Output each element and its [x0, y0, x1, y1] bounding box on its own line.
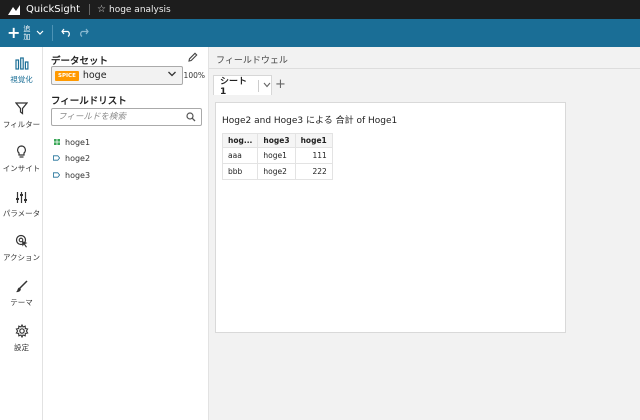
chevron-down-icon — [167, 69, 177, 82]
star-icon[interactable]: ☆ — [97, 4, 106, 15]
rail-label-filter: フィルター — [2, 120, 41, 129]
toolbar: + 追加 — [0, 19, 640, 47]
column-header[interactable]: hog... — [221, 133, 259, 148]
rail-item-visualize[interactable]: 視覚化 — [0, 55, 43, 95]
dataset-name: hoge — [82, 70, 107, 81]
pivot-table: hog... hoge3 hoge1 aaa hoge1 111 bbb hog… — [221, 133, 333, 180]
rail-item-actions[interactable]: アクション — [0, 233, 43, 273]
column-header[interactable]: hoge1 — [294, 133, 333, 148]
table-cell[interactable]: hoge1 — [257, 147, 296, 164]
app-name[interactable]: QuickSight — [26, 4, 80, 15]
field-list-title: フィールドリスト — [51, 96, 127, 107]
plus-icon: + — [7, 23, 21, 42]
rail-label-visualize: 視覚化 — [10, 75, 33, 84]
add-sheet-icon[interactable]: + — [275, 77, 286, 92]
field-name: hoge1 — [65, 137, 91, 147]
rail-item-insights[interactable]: インサイト — [0, 144, 43, 184]
field-item-hoge2[interactable]: hoge2 — [53, 152, 90, 164]
field-wells-label: フィールドウェル — [216, 56, 288, 66]
column-header[interactable]: hoge3 — [257, 133, 296, 148]
visual-title: Hoge2 and Hoge3 による 合計 of Hoge1 — [222, 116, 398, 126]
sliders-icon — [14, 189, 30, 205]
table-cell[interactable]: bbb — [221, 163, 259, 180]
add-label: 追加 — [23, 25, 31, 41]
table-row: bbb hoge2 222 — [221, 163, 333, 180]
pointer-icon — [14, 233, 30, 249]
rail-item-filter[interactable]: フィルター — [0, 100, 43, 140]
rail-label-themes: テーマ — [10, 298, 33, 307]
table-row: aaa hoge1 111 — [221, 147, 333, 164]
measure-icon — [53, 139, 60, 146]
dataset-import-percent: 100% — [183, 71, 205, 80]
brush-icon — [14, 278, 30, 294]
dataset-title: データセット — [51, 56, 109, 67]
rail-item-parameters[interactable]: パラメータ — [0, 189, 43, 229]
search-icon[interactable] — [186, 112, 196, 122]
left-rail: 視覚化 フィルター インサイト パラメータ アクション テーマ 設定 — [0, 47, 43, 420]
pencil-icon[interactable] — [188, 52, 198, 62]
undo-icon[interactable] — [61, 26, 72, 40]
chevron-down-icon[interactable] — [263, 81, 271, 91]
spice-badge: SPICE — [55, 70, 79, 81]
table-cell[interactable]: aaa — [221, 147, 259, 164]
rail-item-themes[interactable]: テーマ — [0, 278, 43, 318]
field-item-hoge3[interactable]: hoge3 — [53, 169, 90, 181]
rail-label-actions: アクション — [2, 253, 41, 262]
tab-label: シート 1 — [220, 77, 248, 97]
field-search-input[interactable] — [58, 109, 188, 125]
rail-label-parameters: パラメータ — [2, 209, 41, 218]
title-divider — [89, 4, 91, 15]
gear-icon — [14, 323, 30, 339]
field-item-hoge1[interactable]: hoge1 — [53, 136, 90, 148]
table-header-row: hog... hoge3 hoge1 — [221, 133, 333, 148]
pivot-table-visual[interactable]: Hoge2 and Hoge3 による 合計 of Hoge1 hog... h… — [215, 102, 566, 333]
filter-icon — [14, 100, 30, 116]
main-area: フィールドウェル シート 1 + Hoge2 and Hoge3 による 合計 … — [209, 47, 640, 420]
table-cell[interactable]: hoge2 — [257, 163, 296, 180]
rail-label-settings: 設定 — [14, 343, 29, 352]
analysis-name: hoge analysis — [108, 4, 171, 15]
dataset-select[interactable]: SPICE hoge — [51, 66, 183, 85]
rail-label-insights: インサイト — [2, 164, 41, 173]
field-name: hoge3 — [65, 170, 91, 180]
title-bar: QuickSight ☆ hoge analysis — [0, 0, 640, 19]
rail-item-settings[interactable]: 設定 — [0, 323, 43, 363]
chevron-down-icon — [36, 29, 44, 38]
dimension-icon — [53, 155, 60, 162]
field-name: hoge2 — [65, 153, 91, 163]
tab-sheet-1[interactable]: シート 1 — [213, 75, 272, 97]
field-search-box — [51, 108, 202, 126]
quicksight-logo-icon[interactable] — [7, 4, 21, 16]
table-cell[interactable]: 222 — [294, 163, 333, 180]
add-button[interactable]: + 追加 — [7, 25, 44, 41]
lightbulb-icon — [14, 144, 30, 160]
sheet-tabs: シート 1 + — [209, 69, 640, 97]
bar-chart-icon — [14, 55, 30, 71]
tab-divider — [258, 79, 259, 92]
table-cell[interactable]: 111 — [294, 147, 333, 164]
field-wells-bar[interactable]: フィールドウェル — [209, 47, 640, 69]
toolbar-divider — [52, 25, 54, 41]
dimension-icon — [53, 172, 60, 179]
data-panel: データセット SPICE hoge 100% フィールドリスト hoge1 ho… — [43, 47, 209, 420]
redo-icon[interactable] — [78, 26, 90, 40]
